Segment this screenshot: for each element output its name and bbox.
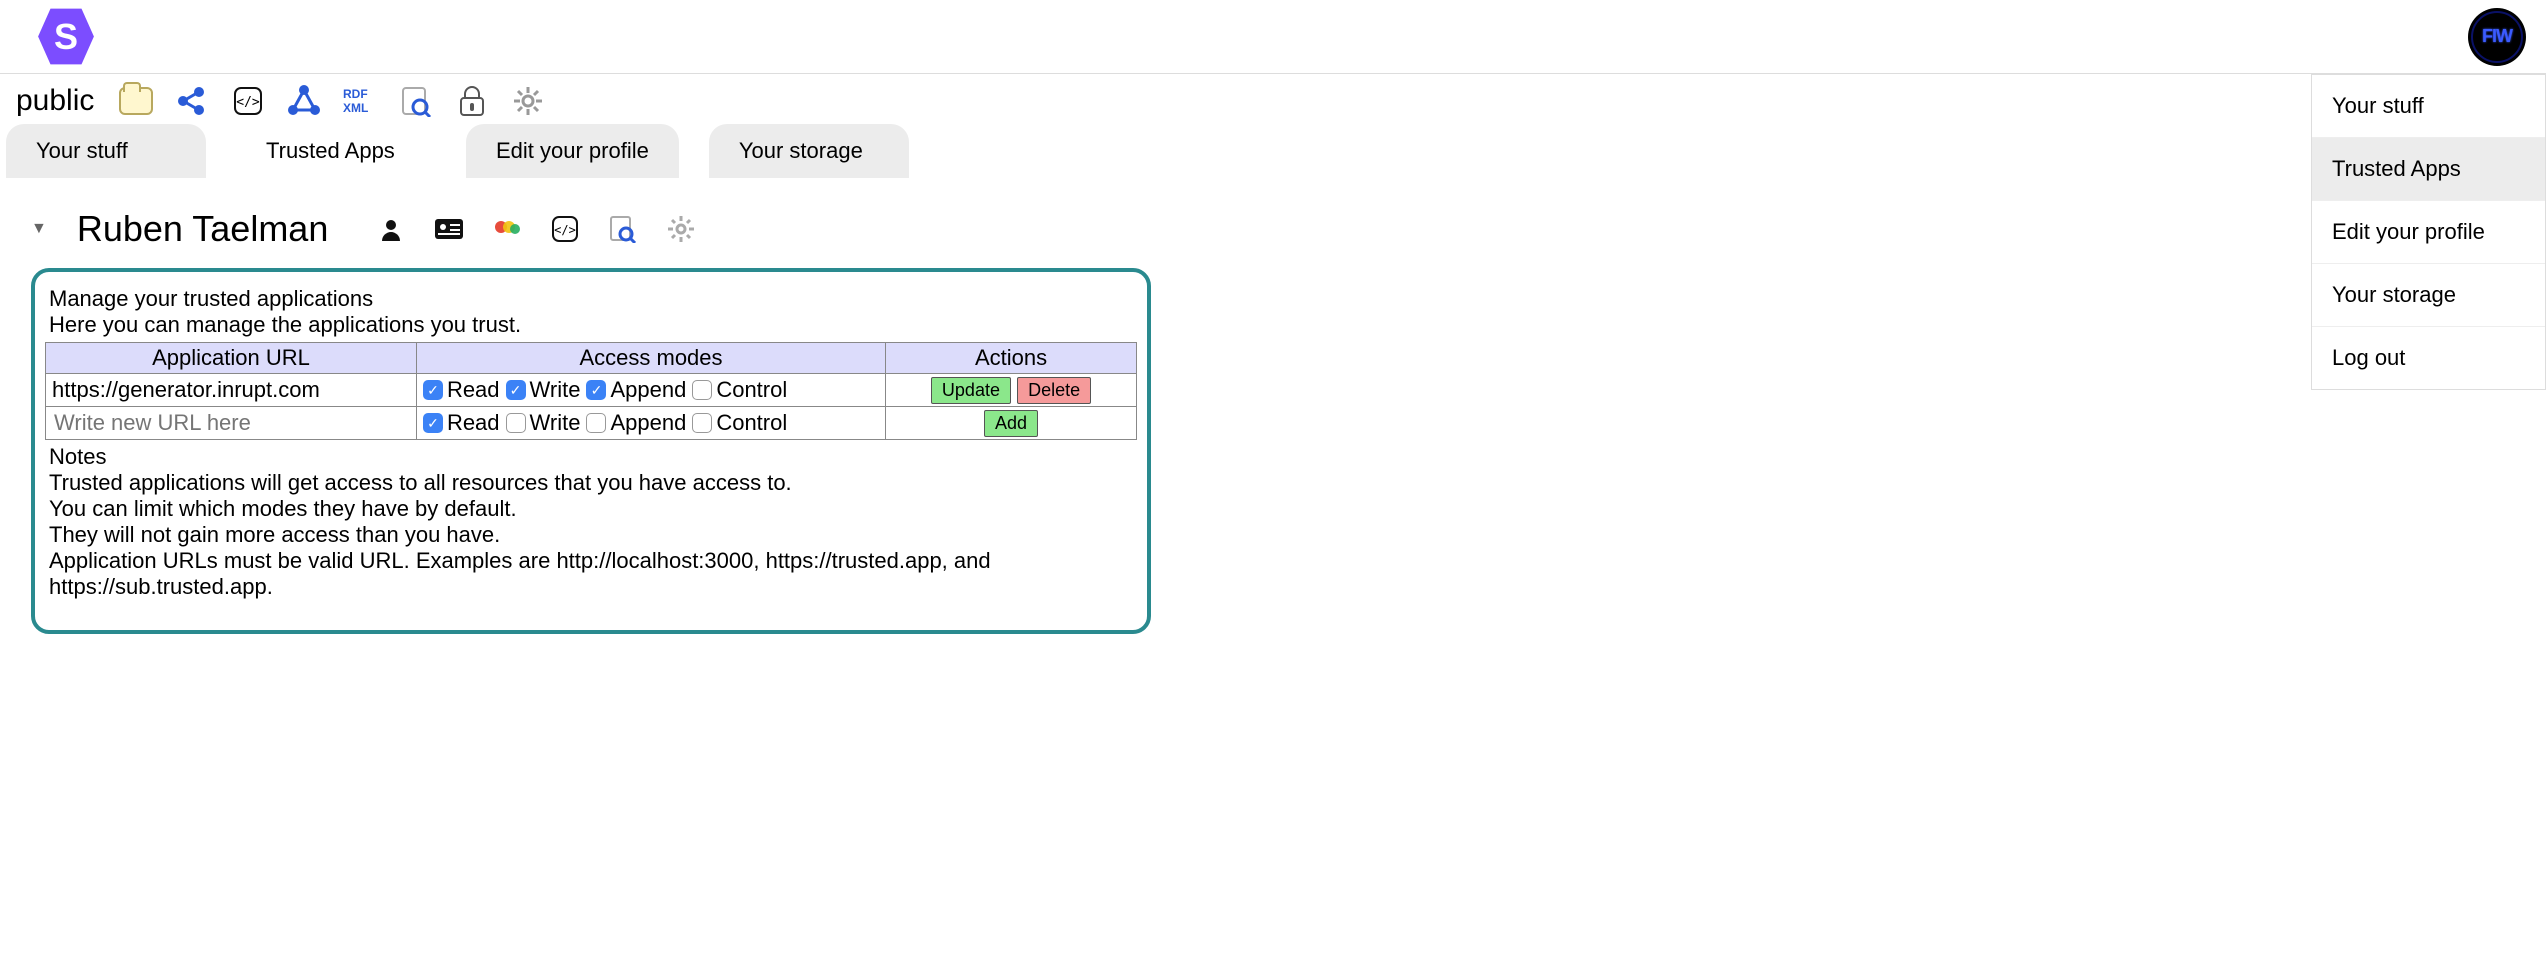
rdf-xml-icon[interactable]: RDFXML	[343, 84, 377, 118]
checkbox-append[interactable]	[586, 413, 606, 433]
mode-label: Control	[716, 377, 787, 403]
breadcrumb[interactable]: public	[16, 84, 94, 118]
table-row-new: Read Write Append Control Add	[46, 407, 1137, 440]
inspect-icon[interactable]	[608, 214, 638, 244]
box-subtitle: Here you can manage the applications you…	[49, 312, 1133, 338]
svg-text:RDF: RDF	[343, 87, 368, 101]
toolbar-icons: </> RDFXML	[119, 84, 545, 118]
svg-text:</>: </>	[555, 223, 577, 237]
gear-icon[interactable]	[666, 214, 696, 244]
menu-your-stuff[interactable]: Your stuff	[2312, 75, 2545, 138]
svg-text:</>: </>	[237, 95, 261, 110]
notes-heading: Notes	[49, 444, 1133, 470]
note-line: You can limit which modes they have by d…	[49, 496, 1133, 522]
mode-label: Read	[447, 410, 500, 436]
checkbox-control[interactable]	[692, 413, 712, 433]
solid-logo-icon: S	[35, 6, 97, 68]
code-icon[interactable]: </>	[231, 84, 265, 118]
new-url-input[interactable]	[52, 409, 410, 437]
app-url: https://generator.inrupt.com	[52, 377, 320, 402]
trusted-apps-box: Manage your trusted applications Here yo…	[31, 268, 1151, 634]
person-icon[interactable]	[376, 214, 406, 244]
toolbar-row: public </> RDFXML	[0, 74, 2546, 124]
avatar[interactable]: FIW	[2468, 8, 2526, 66]
box-title: Manage your trusted applications	[49, 286, 1133, 312]
mode-label: Append	[610, 377, 686, 403]
tab-bar: Your stuff Trusted Apps Edit your profil…	[0, 124, 2546, 188]
notes: Trusted applications will get access to …	[45, 470, 1137, 600]
profile-name: Ruben Taelman	[77, 208, 329, 250]
tab-edit-profile[interactable]: Edit your profile	[466, 124, 679, 178]
col-url: Application URL	[46, 343, 417, 374]
note-line: They will not gain more access than you …	[49, 522, 1133, 548]
mode-label: Write	[530, 410, 581, 436]
update-button[interactable]: Update	[931, 377, 1011, 404]
note-line: Trusted applications will get access to …	[49, 470, 1133, 496]
vcard-icon[interactable]	[434, 214, 464, 244]
checkbox-write[interactable]	[506, 380, 526, 400]
graph-icon[interactable]	[175, 84, 209, 118]
profile-header: ▼ Ruben Taelman </>	[31, 208, 2515, 250]
delete-button[interactable]: Delete	[1017, 377, 1091, 404]
add-button[interactable]: Add	[984, 410, 1038, 437]
code-icon[interactable]: </>	[550, 214, 580, 244]
profile-toolbar: </>	[376, 214, 696, 244]
checkbox-read[interactable]	[423, 380, 443, 400]
mode-label: Write	[530, 377, 581, 403]
gear-icon[interactable]	[511, 84, 545, 118]
mode-label: Control	[716, 410, 787, 436]
note-line: Application URLs must be valid URL. Exam…	[49, 548, 1133, 600]
menu-your-storage[interactable]: Your storage	[2312, 264, 2545, 327]
mode-label: Append	[610, 410, 686, 436]
menu-edit-profile[interactable]: Edit your profile	[2312, 201, 2545, 264]
tab-trusted-apps[interactable]: Trusted Apps	[236, 124, 436, 178]
trusted-apps-table: Application URL Access modes Actions htt…	[45, 342, 1137, 440]
checkbox-write[interactable]	[506, 413, 526, 433]
rdf-triangle-icon[interactable]	[287, 84, 321, 118]
checkbox-append[interactable]	[586, 380, 606, 400]
col-modes: Access modes	[416, 343, 885, 374]
friends-icon[interactable]	[492, 214, 522, 244]
table-row: https://generator.inrupt.com Read Write …	[46, 374, 1137, 407]
menu-trusted-apps[interactable]: Trusted Apps	[2312, 138, 2545, 201]
tab-your-stuff[interactable]: Your stuff	[6, 124, 206, 178]
folder-icon[interactable]	[119, 84, 153, 118]
mode-label: Read	[447, 377, 500, 403]
lock-icon[interactable]	[455, 84, 489, 118]
top-bar: S FIW	[0, 0, 2546, 74]
user-menu: Your stuff Trusted Apps Edit your profil…	[2311, 74, 2546, 390]
checkbox-read[interactable]	[423, 413, 443, 433]
checkbox-control[interactable]	[692, 380, 712, 400]
app-logo[interactable]: S	[35, 6, 97, 68]
col-actions: Actions	[886, 343, 1137, 374]
panel: ▼ Ruben Taelman </> Manage your truste	[6, 188, 2540, 654]
svg-text:XML: XML	[343, 101, 368, 115]
menu-log-out[interactable]: Log out	[2312, 327, 2545, 389]
collapse-caret-icon[interactable]: ▼	[31, 220, 47, 238]
inspect-icon[interactable]	[399, 84, 433, 118]
tab-your-storage[interactable]: Your storage	[709, 124, 909, 178]
